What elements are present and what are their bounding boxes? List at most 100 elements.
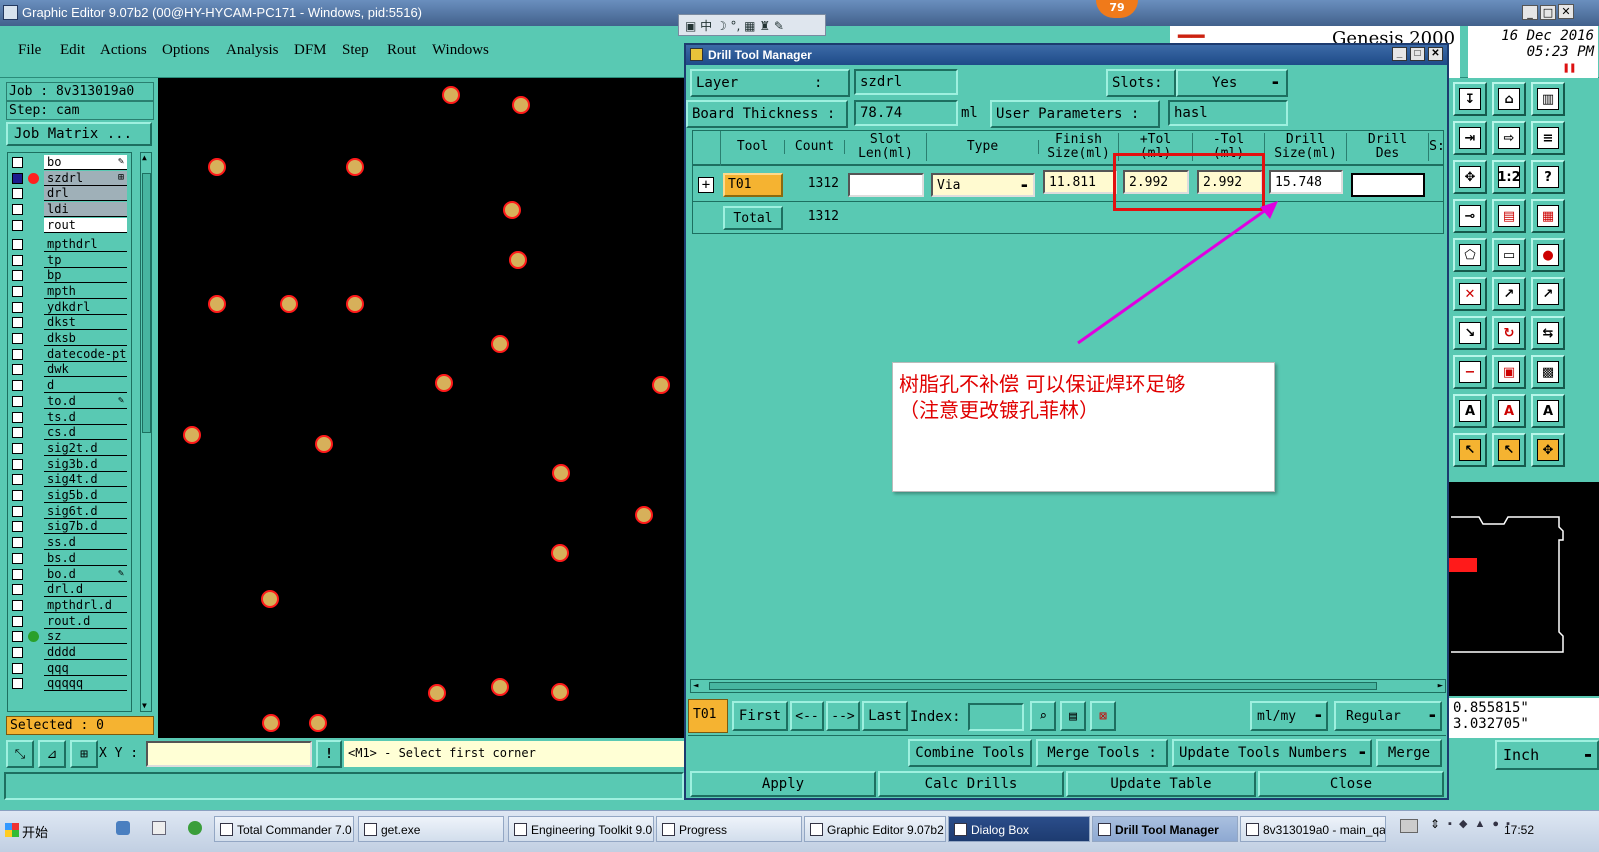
close-button[interactable]: ✕: [1558, 4, 1574, 19]
layer-row[interactable]: ydkdrl: [8, 299, 131, 315]
board-thickness-field[interactable]: 78.74: [854, 100, 958, 126]
user-parameters-button[interactable]: User Parameters :: [990, 100, 1160, 128]
keyboard-tray-icon[interactable]: [1400, 819, 1418, 833]
menu-dfm[interactable]: DFM: [294, 42, 327, 59]
layer-checkbox[interactable]: [12, 505, 23, 517]
scroll-left-icon[interactable]: ◄: [693, 681, 698, 691]
combine-tools-button[interactable]: Combine Tools: [908, 739, 1032, 767]
layer-checkbox[interactable]: [12, 427, 23, 439]
palette-tool-button[interactable]: ↗: [1492, 277, 1526, 311]
layer-field[interactable]: szdrl: [854, 69, 958, 95]
palette-tool-button[interactable]: ⇥: [1453, 121, 1487, 155]
palette-tool-button[interactable]: ⬠: [1453, 238, 1487, 272]
layer-name[interactable]: cs.d: [44, 425, 127, 441]
next-button[interactable]: -->: [826, 701, 860, 731]
palette-tool-button[interactable]: A: [1453, 394, 1487, 428]
slots-select[interactable]: Yes ▬: [1176, 69, 1288, 97]
palette-tool-button[interactable]: ↖: [1492, 433, 1526, 467]
layer-name[interactable]: sig5b.d: [44, 488, 127, 503]
palette-tool-button[interactable]: ●: [1531, 238, 1565, 272]
layer-checkbox[interactable]: [12, 364, 23, 376]
palette-tool-button[interactable]: ↧: [1453, 82, 1487, 116]
expand-icon[interactable]: +: [698, 177, 714, 193]
layer-name[interactable]: ts.d: [44, 409, 127, 425]
layer-name[interactable]: rout.d: [44, 613, 127, 629]
palette-tool-button[interactable]: ≡: [1531, 121, 1565, 155]
search-icon[interactable]: ⌕: [1030, 701, 1056, 731]
task-engineering-toolkit[interactable]: Engineering Toolkit 9.0...: [508, 816, 654, 842]
warning-icon[interactable]: !: [316, 740, 342, 768]
table-hscrollbar[interactable]: ◄ ►: [690, 679, 1446, 693]
layer-row[interactable]: dkst: [8, 315, 131, 331]
task-drill-tool-manager[interactable]: Drill Tool Manager: [1092, 816, 1238, 842]
layer-name[interactable]: to.d ✎: [44, 393, 127, 409]
palette-tool-button[interactable]: ▤: [1492, 199, 1526, 233]
layer-checkbox[interactable]: [12, 537, 23, 549]
layer-name[interactable]: bo.d ✎: [44, 566, 127, 582]
palette-tool-button[interactable]: ⇨: [1492, 121, 1526, 155]
dialog-minimize-button[interactable]: _: [1392, 47, 1407, 61]
layer-row[interactable]: rout.d: [8, 613, 131, 629]
table-hscroll-thumb[interactable]: [709, 682, 1377, 690]
ime-toolbar[interactable]: ▣ 中 ☽ °, ▦ ♜ ✎: [678, 14, 826, 36]
task-main-qa[interactable]: 8v313019a0 - main_qa: [1240, 816, 1386, 842]
layer-name[interactable]: ldi: [44, 202, 127, 218]
palette-tool-button[interactable]: A: [1492, 394, 1526, 428]
layer-name[interactable]: drl: [44, 186, 127, 202]
layer-name[interactable]: sig3b.d: [44, 456, 127, 472]
layer-checkbox[interactable]: [12, 662, 23, 674]
layer-name[interactable]: dwk: [44, 362, 127, 378]
palette-tool-button[interactable]: ↻: [1492, 316, 1526, 350]
layer-row[interactable]: to.d ✎: [8, 393, 131, 409]
layer-checkbox[interactable]: [12, 188, 23, 200]
layer-name[interactable]: ydkdrl: [44, 299, 127, 315]
task-get-exe[interactable]: get.exe: [358, 816, 504, 842]
layer-name[interactable]: tp: [44, 252, 127, 268]
layer-row[interactable]: ss.d: [8, 535, 131, 551]
layer-row[interactable]: sig4t.d: [8, 472, 131, 488]
layer-row[interactable]: drl.d: [8, 582, 131, 598]
layer-row[interactable]: dddd: [8, 645, 131, 660]
menu-file[interactable]: File: [18, 42, 41, 59]
dialog-maximize-button[interactable]: □: [1410, 47, 1425, 61]
layer-name[interactable]: rout: [44, 217, 127, 233]
scroll-down-icon[interactable]: ▼: [142, 702, 150, 710]
tool-cell[interactable]: T01: [723, 173, 783, 197]
layer-checkbox[interactable]: [12, 678, 23, 690]
palette-tool-button[interactable]: ▭: [1492, 238, 1526, 272]
layer-checkbox[interactable]: [12, 395, 23, 407]
layer-checkbox[interactable]: [12, 348, 23, 360]
palette-tool-button[interactable]: ↘: [1453, 316, 1487, 350]
layer-name[interactable]: mpth: [44, 283, 127, 299]
layer-list-scrollbar[interactable]: ▲ ▼: [140, 152, 152, 712]
dialog-close-icon[interactable]: ✕: [1428, 47, 1443, 61]
layer-checkbox[interactable]: [12, 647, 23, 658]
task-dialog-box[interactable]: Dialog Box: [948, 816, 1090, 842]
layer-row[interactable]: mpthdrl.d: [8, 597, 131, 613]
layer-name[interactable]: bo ✎: [44, 155, 127, 170]
minimize-button[interactable]: _: [1522, 5, 1538, 20]
prev-button[interactable]: <--: [790, 701, 824, 731]
layer-checkbox[interactable]: [12, 254, 23, 266]
quicklaunch-icon-1[interactable]: [116, 821, 130, 835]
layer-checkbox[interactable]: [12, 157, 23, 168]
layer-name[interactable]: sig2t.d: [44, 440, 127, 456]
task-progress[interactable]: Progress: [656, 816, 802, 842]
type-select[interactable]: Via ▬: [931, 173, 1035, 197]
layer-name[interactable]: sig6t.d: [44, 503, 127, 519]
palette-tool-button[interactable]: ▦: [1531, 199, 1565, 233]
layer-row[interactable]: dwk: [8, 362, 131, 378]
layer-name[interactable]: dksb: [44, 331, 127, 346]
layer-list-scroll-thumb[interactable]: [142, 173, 151, 433]
merge-button[interactable]: Merge: [1376, 739, 1442, 767]
user-parameters-field[interactable]: hasl: [1168, 100, 1288, 126]
layer-name[interactable]: qqq: [44, 660, 127, 676]
menu-actions[interactable]: Actions: [100, 42, 147, 59]
layer-row[interactable]: sig6t.d: [8, 503, 131, 519]
layer-row[interactable]: mpth: [8, 283, 131, 299]
layer-checkbox[interactable]: [12, 380, 23, 392]
layer-name[interactable]: qqqqq: [44, 676, 127, 692]
layer-row[interactable]: bo.d ✎: [8, 566, 131, 582]
layer-name[interactable]: ss.d: [44, 535, 127, 551]
layer-checkbox[interactable]: [12, 238, 23, 250]
